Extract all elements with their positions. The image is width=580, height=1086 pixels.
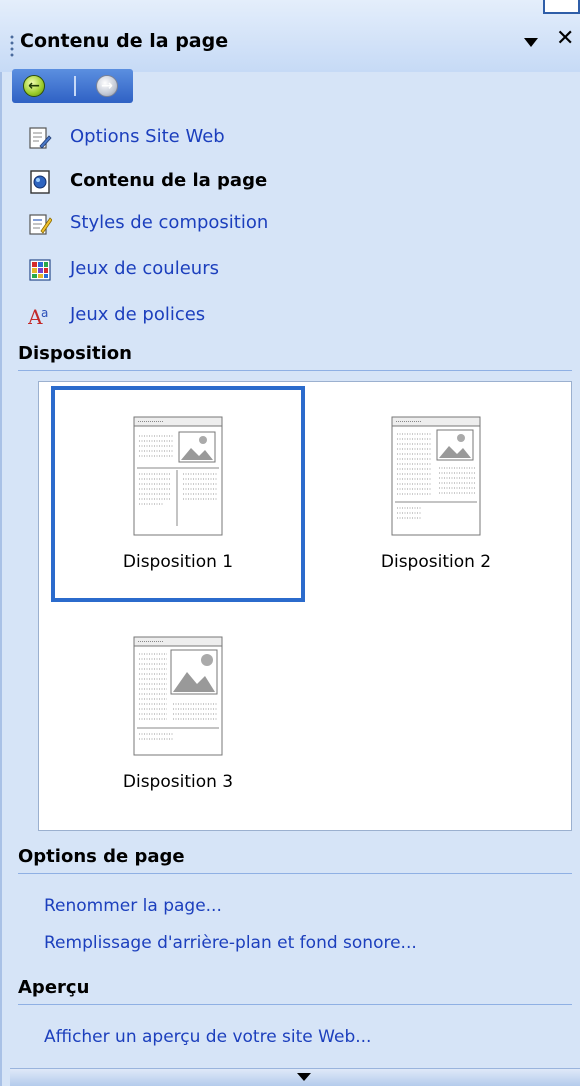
section-heading-text: Aperçu xyxy=(18,977,90,998)
layout-label: Disposition 2 xyxy=(380,552,492,572)
forward-arrow-icon: → xyxy=(96,75,118,97)
page-content-icon xyxy=(30,170,50,194)
grip-icon[interactable] xyxy=(10,34,14,58)
font-schemes-icon: A a xyxy=(28,305,48,328)
layout-3-thumbnail-icon xyxy=(133,636,223,756)
section-heading-disposition: Disposition xyxy=(18,343,572,371)
section-heading-text: Options de page xyxy=(18,846,185,867)
link-label[interactable]: Options Site Web xyxy=(70,126,225,147)
panel-left-edge xyxy=(0,72,2,1086)
scroll-down-bar[interactable] xyxy=(10,1068,580,1086)
back-arrow-icon[interactable]: ← xyxy=(23,75,45,97)
navigation-bar: ← → xyxy=(12,69,133,103)
layout-label: Disposition 3 xyxy=(122,772,234,792)
svg-text:a: a xyxy=(41,306,48,320)
site-options-icon xyxy=(29,127,52,149)
rename-page-link[interactable]: Renommer la page... xyxy=(44,896,222,916)
section-heading-options-de-page: Options de page xyxy=(18,846,572,874)
close-icon[interactable]: ✕ xyxy=(556,28,574,50)
preview-site-link[interactable]: Afficher un aperçu de votre site Web... xyxy=(44,1027,371,1047)
task-pane-title-bar: Contenu de la page ✕ xyxy=(0,0,580,72)
link-jeux-de-couleurs[interactable]: Jeux de couleurs xyxy=(28,256,528,284)
link-label[interactable]: Styles de composition xyxy=(70,212,268,233)
composition-styles-icon xyxy=(29,214,52,235)
link-jeux-de-polices[interactable]: A a Jeux de polices xyxy=(28,302,528,330)
layout-2-thumbnail-icon xyxy=(391,416,481,536)
layout-option-1[interactable]: Disposition 1 xyxy=(51,386,305,602)
layout-option-3[interactable]: Disposition 3 xyxy=(51,606,305,822)
layout-option-2[interactable]: Disposition 2 xyxy=(309,386,563,602)
window-corner xyxy=(543,0,580,14)
background-sound-link[interactable]: Remplissage d'arrière-plan et fond sonor… xyxy=(44,933,417,953)
link-label[interactable]: Jeux de couleurs xyxy=(70,258,219,279)
link-styles-de-composition[interactable]: Styles de composition xyxy=(28,210,528,238)
task-pane-title: Contenu de la page xyxy=(20,30,229,52)
layout-gallery: Disposition 1 Disposition 2 Disposition … xyxy=(38,381,572,831)
layout-label: Disposition 1 xyxy=(122,552,234,572)
nav-separator xyxy=(74,76,76,96)
scroll-down-arrow-icon[interactable] xyxy=(297,1073,311,1081)
layout-1-thumbnail-icon xyxy=(133,416,223,536)
link-label[interactable]: Jeux de polices xyxy=(70,304,205,325)
task-pane-menu-dropdown-icon[interactable] xyxy=(524,38,538,47)
link-options-site-web[interactable]: Options Site Web xyxy=(28,124,528,152)
color-schemes-icon xyxy=(29,259,51,281)
section-heading-apercu: Aperçu xyxy=(18,977,572,1005)
link-label-current: Contenu de la page xyxy=(70,170,268,191)
section-heading-text: Disposition xyxy=(18,343,132,364)
link-contenu-de-la-page: Contenu de la page xyxy=(28,168,528,196)
